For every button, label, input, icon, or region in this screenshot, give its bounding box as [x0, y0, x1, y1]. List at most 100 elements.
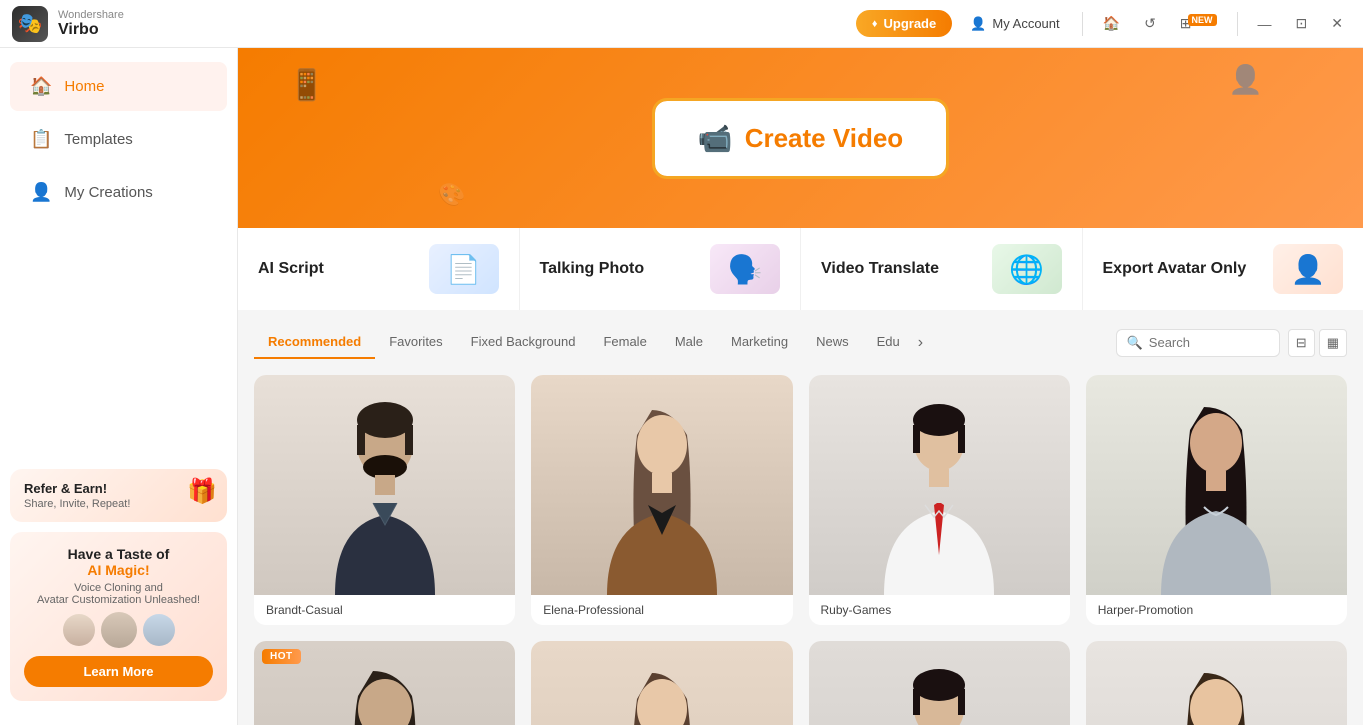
app-logo-area: 🎭 Wondershare Virbo [12, 6, 124, 42]
my-account-label: My Account [992, 16, 1059, 31]
promo-desc: Voice Cloning andAvatar Customization Un… [24, 582, 213, 606]
avatar-name-elena: Elena-Professional [531, 595, 792, 625]
avatar-name-brandt: Brandt-Casual [254, 595, 515, 625]
history-icon-btn[interactable]: ↺ [1136, 11, 1164, 36]
promo-avatar-1 [63, 614, 95, 646]
tab-male[interactable]: Male [661, 326, 717, 359]
avatar-image-bottom4 [1086, 641, 1347, 725]
tab-recommended[interactable]: Recommended [254, 326, 375, 359]
promo-title: Have a Taste of AI Magic! [24, 546, 213, 578]
refer-earn-card[interactable]: 🎁 Refer & Earn! Share, Invite, Repeat! [10, 469, 227, 522]
avatar-image-bottom2 [531, 641, 792, 725]
sidebar: 🏠 Home 📋 Templates 👤 My Creations 🎁 Refe… [0, 48, 238, 725]
separator2 [1237, 12, 1238, 36]
talking-photo-label: Talking Photo [540, 260, 645, 278]
avatar-image-ruby [809, 375, 1070, 595]
avatar-card-brandt[interactable]: Brandt-Casual [254, 375, 515, 625]
grid-view-button[interactable]: ⊟ [1288, 329, 1315, 357]
hot-badge: HOT [262, 649, 301, 664]
sidebar-item-home[interactable]: 🏠 Home [10, 62, 227, 111]
avatar-name-ruby: Ruby-Games [809, 595, 1070, 625]
avatar-grid: Brandt-Casual [238, 359, 1363, 725]
create-video-button[interactable]: 📹 Create Video [655, 101, 946, 176]
app-logo: 🎭 [12, 6, 48, 42]
sidebar-templates-label: Templates [64, 131, 132, 148]
list-view-button[interactable]: ▦ [1319, 329, 1347, 357]
avatar-card-harper[interactable]: Harper-Promotion [1086, 375, 1347, 625]
hero-banner: 📱 👤 🎨 📹 Create Video [238, 48, 1363, 228]
app-name: Wondershare Virbo [58, 9, 124, 39]
filter-right-controls: 🔍 ⊟ ▦ [1116, 329, 1347, 357]
promo-card: Have a Taste of AI Magic! Voice Cloning … [10, 532, 227, 701]
sidebar-item-my-creations[interactable]: 👤 My Creations [10, 168, 227, 217]
restore-button[interactable]: ⊡ [1288, 11, 1316, 36]
avatar-card-bottom4[interactable] [1086, 641, 1347, 725]
tab-news[interactable]: News [802, 326, 863, 359]
video-translate-label: Video Translate [821, 260, 939, 278]
home-sidebar-icon: 🏠 [30, 76, 52, 97]
sidebar-bottom: 🎁 Refer & Earn! Share, Invite, Repeat! H… [0, 457, 237, 713]
avatar-card-bottom2[interactable] [531, 641, 792, 725]
avatar-search-box[interactable]: 🔍 [1116, 329, 1280, 357]
refer-emoji: 🎁 [187, 477, 217, 506]
tab-marketing[interactable]: Marketing [717, 326, 802, 359]
export-avatar-label: Export Avatar Only [1103, 260, 1247, 278]
promo-avatar-2 [101, 612, 137, 648]
sidebar-item-templates[interactable]: 📋 Templates [10, 115, 227, 164]
promo-avatar-3 [143, 614, 175, 646]
talking-photo-thumb: 🗣️ [710, 244, 780, 294]
avatar-image-harper [1086, 375, 1347, 595]
tab-fixed-background[interactable]: Fixed Background [457, 326, 590, 359]
tab-female[interactable]: Female [589, 326, 660, 359]
view-toggle: ⊟ ▦ [1288, 329, 1347, 357]
titlebar: 🎭 Wondershare Virbo Upgrade 👤 My Account… [0, 0, 1363, 48]
create-video-icon: 📹 [698, 122, 733, 155]
avatar-card-bottom3[interactable] [809, 641, 1070, 725]
learn-more-button[interactable]: Learn More [24, 656, 213, 687]
feature-card-export-avatar[interactable]: Export Avatar Only 👤 [1083, 228, 1363, 310]
avatar-card-ruby[interactable]: Ruby-Games [809, 375, 1070, 625]
sidebar-my-creations-label: My Creations [64, 184, 152, 201]
promo-highlight: AI Magic! [87, 562, 149, 578]
my-creations-sidebar-icon: 👤 [30, 182, 52, 203]
avatar-name-harper: Harper-Promotion [1086, 595, 1347, 625]
export-avatar-thumb: 👤 [1273, 244, 1343, 294]
avatar-image-bottom3 [809, 641, 1070, 725]
avatar-card-elena[interactable]: Elena-Professional [531, 375, 792, 625]
more-tabs-button[interactable]: › [914, 334, 927, 352]
app-brand: Wondershare [58, 9, 124, 21]
minimize-button[interactable]: — [1250, 12, 1280, 36]
new-badge: NEW [1188, 14, 1217, 26]
main-layout: 🏠 Home 📋 Templates 👤 My Creations 🎁 Refe… [0, 48, 1363, 725]
feature-cards-row: AI Script 📄 Talking Photo 🗣️ Video Trans… [238, 228, 1363, 310]
feature-card-ai-script[interactable]: AI Script 📄 [238, 228, 520, 310]
avatar-card-bottom1[interactable]: HOT [254, 641, 515, 725]
search-input[interactable] [1149, 335, 1269, 350]
upgrade-button[interactable]: Upgrade [856, 10, 952, 37]
filter-tabs-bar: Recommended Favorites Fixed Background F… [238, 310, 1363, 359]
tab-favorites[interactable]: Favorites [375, 326, 456, 359]
refer-title: Refer & Earn! [24, 481, 213, 496]
account-icon: 👤 [970, 16, 986, 32]
app-product: Virbo [58, 21, 124, 39]
grid-icon-btn[interactable]: ⊞NEW [1172, 11, 1225, 36]
refer-subtitle: Share, Invite, Repeat! [24, 498, 213, 510]
search-icon: 🔍 [1127, 335, 1143, 351]
promo-avatars [24, 614, 213, 648]
avatar-image-elena [531, 375, 792, 595]
tab-edu[interactable]: Edu [863, 326, 914, 359]
templates-sidebar-icon: 📋 [30, 129, 52, 150]
avatar-image-brandt [254, 375, 515, 595]
feature-card-talking-photo[interactable]: Talking Photo 🗣️ [520, 228, 802, 310]
my-account-button[interactable]: 👤 My Account [960, 10, 1069, 38]
sidebar-home-label: Home [64, 78, 104, 95]
ai-script-thumb: 📄 [429, 244, 499, 294]
content-area: 📱 👤 🎨 📹 Create Video AI Script 📄 Talking… [238, 48, 1363, 725]
close-button[interactable]: ✕ [1323, 11, 1351, 36]
separator [1082, 12, 1083, 36]
video-translate-thumb: 🌐 [992, 244, 1062, 294]
feature-card-video-translate[interactable]: Video Translate 🌐 [801, 228, 1083, 310]
ai-script-label: AI Script [258, 260, 324, 278]
titlebar-actions: Upgrade 👤 My Account 🏠 ↺ ⊞NEW — ⊡ ✕ [856, 10, 1351, 38]
home-icon-btn[interactable]: 🏠 [1095, 11, 1128, 36]
